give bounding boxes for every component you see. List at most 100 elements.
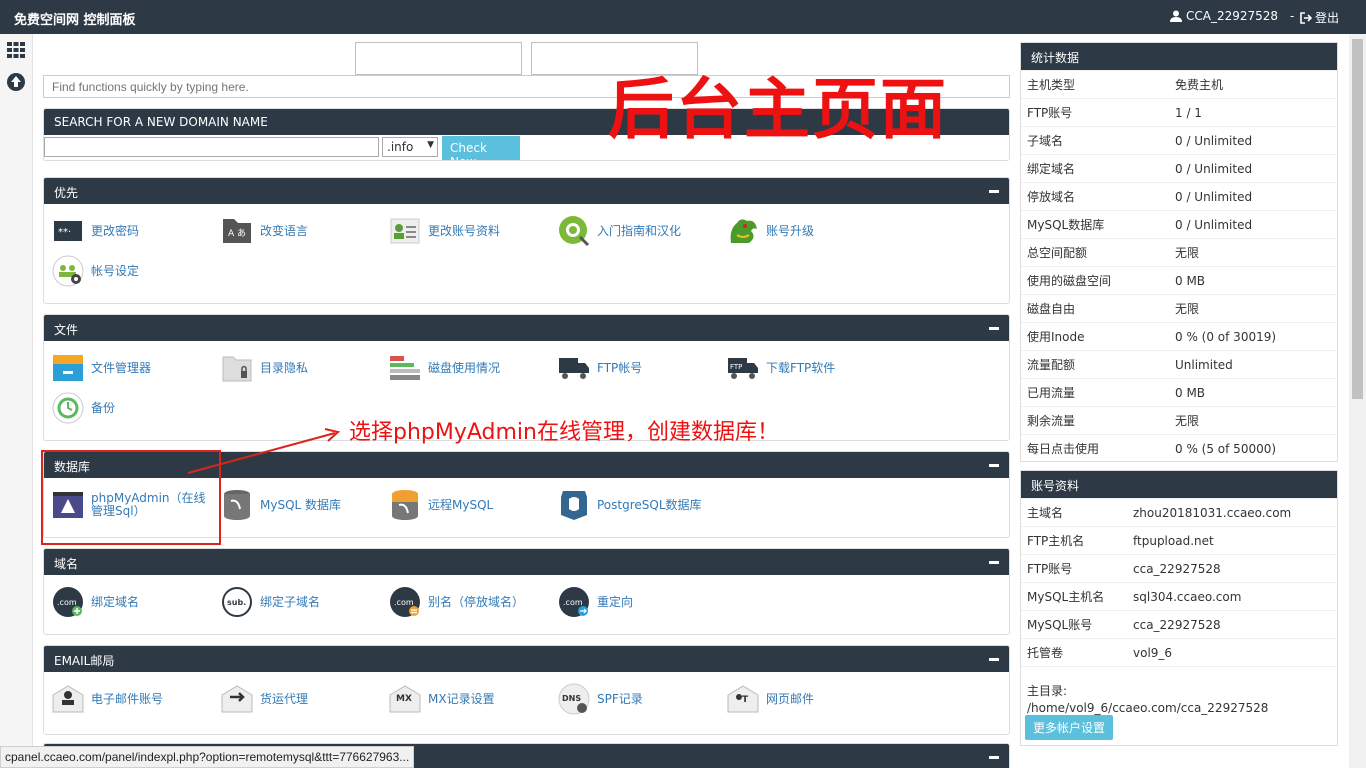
email-account-icon: [52, 683, 84, 715]
parked-domains-link[interactable]: .com 别名（停放域名）: [389, 586, 524, 618]
backup-icon: [52, 392, 84, 424]
getting-started-link[interactable]: 入门指南和汉化: [558, 215, 681, 247]
addon-domains-link[interactable]: .com 绑定域名: [52, 586, 139, 618]
item-label: 更改账号资料: [428, 223, 501, 238]
mysql-databases-link[interactable]: MySQL 数据库: [221, 489, 341, 521]
page-scrollbar[interactable]: [1349, 34, 1366, 768]
dns-icon: DNS: [558, 683, 590, 715]
ftp-accounts-link[interactable]: FTP帐号: [558, 352, 642, 384]
mx-records-link[interactable]: MX MX记录设置: [389, 683, 495, 715]
upload-icon[interactable]: [6, 72, 26, 92]
change-language-link[interactable]: A あ 改变语言: [221, 215, 308, 247]
download-ftp-link[interactable]: FTP 下载FTP软件: [727, 352, 835, 384]
home-dir-label: 主目录:: [1027, 684, 1068, 698]
account-panel: 账号资料 主域名 zhou20181031.ccaeo.com FTP主机名 ftpu…: [1020, 470, 1338, 746]
item-label: MySQL 数据库: [260, 497, 342, 512]
grid-icon[interactable]: [6, 40, 26, 60]
info-value: ftpupload.net: [1133, 533, 1214, 548]
info-label: MySQL主机名: [1027, 590, 1105, 604]
spf-records-link[interactable]: DNS SPF记录: [558, 683, 643, 715]
svg-text:A あ: A あ: [228, 228, 246, 239]
redirect-icon: .com: [558, 586, 590, 618]
item-label: 账号升级: [766, 223, 815, 238]
collapse-icon[interactable]: [989, 464, 999, 467]
brand-title: 免费空间网 控制面板: [14, 13, 136, 28]
section-priority: 优先 **· 更改密码 A あ 改变语言 更改账号资料 入门指南和汉化 账号升级…: [43, 177, 1010, 304]
info-label: 停放域名: [1027, 190, 1076, 204]
change-password-link[interactable]: **· 更改密码: [52, 215, 139, 247]
file-manager-link[interactable]: 文件管理器: [52, 352, 151, 384]
item-label: 更改密码: [91, 223, 140, 238]
section-header[interactable]: EMAIL邮局: [44, 646, 1009, 672]
domain-name-input[interactable]: [44, 137, 379, 157]
info-value: sql304.ccaeo.com: [1133, 589, 1242, 604]
item-label: 备份: [91, 400, 116, 415]
alias-domain-icon: .com: [389, 586, 421, 618]
logout-icon: [1300, 11, 1312, 24]
account-info-link[interactable]: 更改账号资料: [389, 215, 500, 247]
getting-started-icon: [558, 215, 590, 247]
remote-mysql-icon: [389, 489, 421, 521]
item-label: 改变语言: [260, 223, 309, 238]
tld-select[interactable]: .info ▼: [382, 137, 438, 157]
ftp-truck-icon: [558, 352, 590, 384]
collapse-icon[interactable]: [989, 756, 999, 759]
subdomain-icon: sub.: [221, 586, 253, 618]
email-accounts-link[interactable]: 电子邮件账号: [52, 683, 163, 715]
remote-mysql-link[interactable]: 远程MySQL: [389, 489, 493, 521]
username: CCA_22927528: [1186, 9, 1279, 23]
subdomains-link[interactable]: sub. 绑定子域名: [221, 586, 320, 618]
svg-text:T: T: [742, 695, 749, 705]
user-menu[interactable]: CCA_22927528 -: [1170, 9, 1294, 23]
svg-text:FTP: FTP: [730, 363, 742, 371]
item-label: 电子邮件账号: [91, 691, 164, 706]
item-label: PostgreSQL数据库: [597, 497, 702, 512]
more-account-settings-button[interactable]: 更多帐户设置: [1025, 715, 1114, 740]
dragon-icon: [727, 215, 759, 247]
forwarders-link[interactable]: 货运代理: [221, 683, 308, 715]
stats-title: 统计数据: [1021, 43, 1337, 70]
info-label: FTP账号: [1027, 562, 1073, 576]
info-row: MySQL数据库 0 / Unlimited: [1021, 210, 1337, 238]
info-value: 免费主机: [1175, 78, 1224, 92]
collapse-icon[interactable]: [989, 658, 999, 661]
info-value: 1 / 1: [1175, 105, 1202, 120]
item-label: SPF记录: [597, 691, 643, 706]
info-row: 剩余流量 无限: [1021, 406, 1337, 434]
webmail-link[interactable]: T 网页邮件: [727, 683, 814, 715]
directory-privacy-link[interactable]: 目录隐私: [221, 352, 308, 384]
info-row: FTP主机名 ftpupload.net: [1021, 526, 1337, 554]
disk-usage-link[interactable]: 磁盘使用情况: [389, 352, 500, 384]
item-label: 绑定域名: [91, 594, 140, 609]
section-title: EMAIL邮局: [54, 654, 115, 668]
annotation-arrow: [187, 428, 341, 474]
collapse-icon[interactable]: [989, 561, 999, 564]
mx-record-icon: MX: [389, 683, 421, 715]
left-rail: [0, 34, 33, 768]
info-value: 0 % (0 of 30019): [1175, 329, 1277, 344]
account-settings-link[interactable]: 帐号设定: [52, 255, 139, 287]
account-title: 账号资料: [1021, 471, 1337, 498]
section-header[interactable]: 文件: [44, 315, 1009, 341]
postgresql-link[interactable]: PostgreSQL数据库: [558, 489, 702, 521]
info-value: 0 MB: [1175, 273, 1206, 288]
scrollbar-thumb[interactable]: [1352, 39, 1363, 399]
svg-text:.com: .com: [563, 598, 583, 607]
logout-link[interactable]: 登出: [1300, 9, 1339, 26]
info-row: FTP账号 1 / 1: [1021, 98, 1337, 126]
account-upgrade-link[interactable]: 账号升级: [727, 215, 814, 247]
svg-text:.com: .com: [394, 598, 414, 607]
section-header[interactable]: 优先: [44, 178, 1009, 204]
info-value: 0 / Unlimited: [1175, 189, 1253, 204]
info-value: 0 MB: [1175, 385, 1206, 400]
info-row: 主域名 zhou20181031.ccaeo.com: [1021, 498, 1337, 526]
redirects-link[interactable]: .com 重定向: [558, 586, 633, 618]
item-label: 网页邮件: [766, 691, 815, 706]
info-row: 磁盘自由 无限: [1021, 294, 1337, 322]
collapse-icon[interactable]: [989, 327, 999, 330]
check-now-button[interactable]: Check Now: [442, 136, 520, 160]
info-value: 0 / Unlimited: [1175, 161, 1253, 176]
collapse-icon[interactable]: [989, 190, 999, 193]
section-header[interactable]: 域名: [44, 549, 1009, 575]
backup-link[interactable]: 备份: [52, 392, 115, 424]
